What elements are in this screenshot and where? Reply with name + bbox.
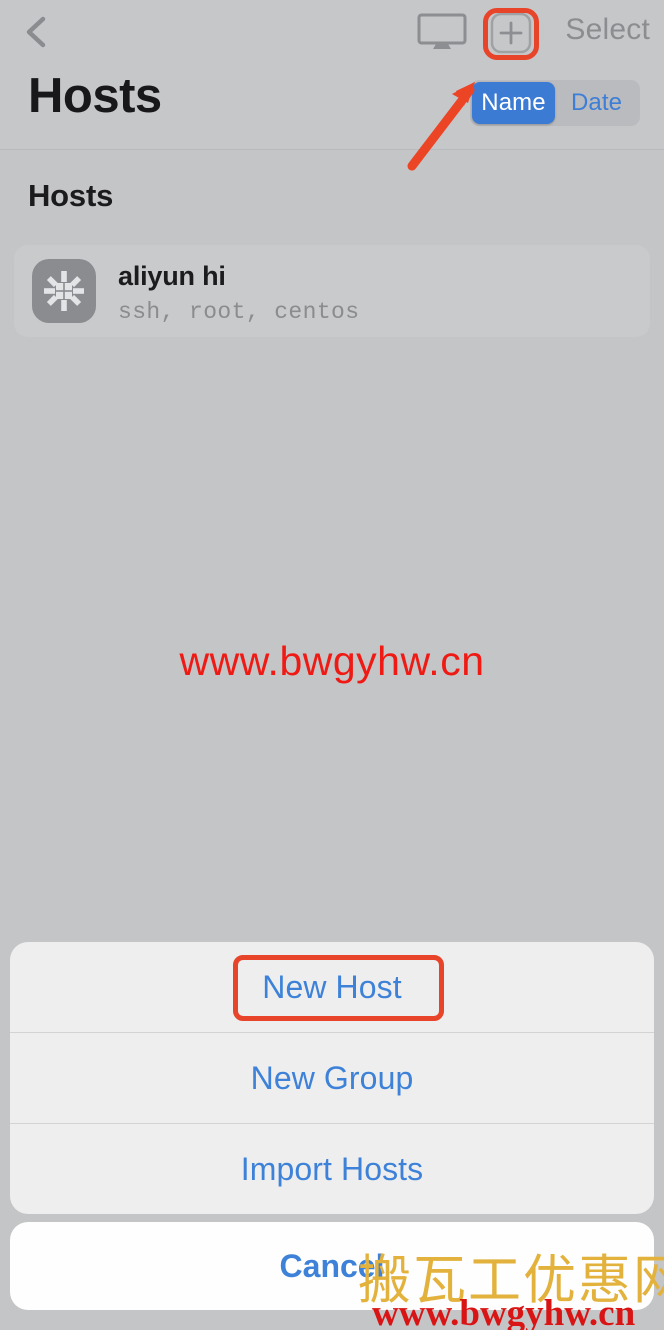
select-button[interactable]: Select <box>565 13 650 47</box>
section-header-hosts: Hosts <box>28 178 114 213</box>
watermark-center-url: www.bwgyhw.cn <box>179 638 485 684</box>
navigation-bar: Select Hosts Name Date <box>0 0 664 150</box>
action-sheet: New Host New Group Import Hosts <box>10 942 654 1214</box>
cancel-sheet: Cancel <box>10 1222 654 1310</box>
avatar <box>32 259 96 323</box>
page-title: Hosts <box>28 69 162 123</box>
navigation-bar-top-row: Select <box>0 0 664 62</box>
list-item[interactable]: aliyun hi ssh, root, centos <box>14 245 650 337</box>
sort-option-name[interactable]: Name <box>472 82 555 124</box>
sort-segmented-control[interactable]: Name Date <box>470 80 640 126</box>
add-button[interactable] <box>486 10 536 56</box>
list-item-title: aliyun hi <box>118 261 226 291</box>
chevron-left-icon <box>14 10 58 54</box>
action-sheet-item-new-host[interactable]: New Host <box>10 942 654 1033</box>
list-item-subtitle: ssh, root, centos <box>118 299 360 325</box>
plus-square-icon <box>486 12 536 60</box>
action-sheet-item-import-hosts[interactable]: Import Hosts <box>10 1124 654 1214</box>
cancel-button[interactable]: Cancel <box>10 1222 654 1310</box>
display-button[interactable] <box>416 12 468 52</box>
phone-screen: Select Hosts Name Date Hosts aliyun hi s… <box>0 0 664 1330</box>
monitor-icon <box>416 13 468 56</box>
sort-option-date[interactable]: Date <box>555 82 638 124</box>
action-sheet-item-new-group[interactable]: New Group <box>10 1033 654 1124</box>
back-button[interactable] <box>14 10 58 54</box>
